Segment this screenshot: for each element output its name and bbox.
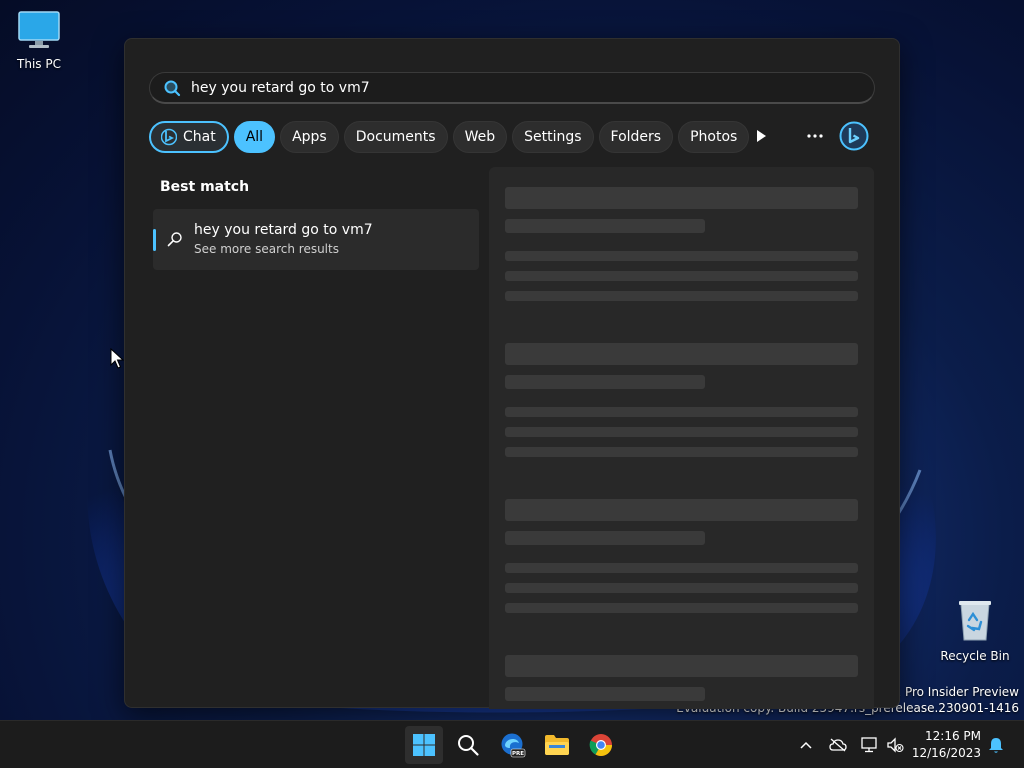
bing-logo-icon — [839, 121, 869, 151]
skeleton-bar — [505, 219, 705, 233]
taskbar: PRE 12:16 PM 12/16/2023 — [0, 720, 1024, 768]
options-button[interactable] — [799, 120, 831, 152]
folder-icon — [545, 735, 569, 755]
skeleton-bar — [505, 655, 858, 677]
skeleton-bar — [505, 375, 705, 389]
clock[interactable]: 12:16 PM 12/16/2023 — [912, 728, 981, 762]
chip-documents-label: Documents — [355, 129, 436, 145]
speaker-muted-icon — [887, 737, 904, 753]
edge-badge-text: PRE — [512, 751, 524, 757]
search-input[interactable] — [191, 79, 874, 96]
search-box[interactable] — [149, 72, 875, 104]
chip-all-label: All — [245, 129, 264, 145]
search-flyout: Chat All Apps Documents Web Settings Fol… — [124, 38, 900, 709]
skeleton-bar — [505, 251, 858, 261]
search-result-icon — [167, 232, 182, 247]
chip-chat-label: Chat — [183, 129, 216, 145]
chrome-icon — [589, 734, 612, 756]
skeleton-bar — [505, 427, 858, 437]
chip-web-label: Web — [464, 129, 496, 145]
show-hidden-icons-button[interactable] — [796, 735, 816, 755]
magnifier-icon — [458, 735, 479, 756]
more-filters-button[interactable] — [745, 120, 777, 152]
more-dots-icon — [807, 134, 823, 138]
skeleton-bar — [505, 603, 858, 613]
skeleton-bar — [505, 563, 858, 573]
network-tray-button[interactable] — [860, 735, 880, 755]
chip-folders-label: Folders — [610, 129, 662, 145]
recycle-bin-desktop-icon[interactable]: Recycle Bin — [937, 598, 1013, 663]
chrome-button[interactable] — [582, 726, 620, 764]
bell-icon — [989, 737, 1003, 753]
windows-logo-icon — [413, 734, 435, 756]
skeleton-bar — [505, 499, 858, 521]
recycle-bin-label: Recycle Bin — [940, 649, 1010, 663]
skeleton-bar — [505, 407, 858, 417]
clock-time: 12:16 PM — [925, 729, 981, 743]
best-match-heading: Best match — [160, 179, 250, 195]
chip-chat[interactable]: Chat — [149, 121, 229, 153]
preview-pane-loading — [489, 167, 874, 709]
this-pc-label: This PC — [17, 57, 61, 71]
notifications-button[interactable] — [986, 735, 1006, 755]
skeleton-bar — [505, 583, 858, 593]
this-pc-desktop-icon[interactable]: This PC — [1, 10, 77, 71]
file-explorer-button[interactable] — [538, 726, 576, 764]
chip-settings-label: Settings — [524, 129, 582, 145]
chip-settings[interactable]: Settings — [512, 121, 594, 153]
cloud-offline-icon — [829, 738, 847, 752]
chevron-up-icon — [800, 741, 812, 749]
start-button[interactable] — [405, 726, 443, 764]
filter-chips: Chat All Apps Documents Web Settings Fol… — [149, 120, 750, 154]
skeleton-bar — [505, 343, 858, 365]
chip-all[interactable]: All — [233, 121, 276, 153]
result-title: hey you retard go to vm7 — [194, 222, 373, 238]
onedrive-tray-button[interactable] — [828, 735, 848, 755]
play-arrow-icon — [757, 130, 766, 142]
chip-apps[interactable]: Apps — [280, 121, 339, 153]
skeleton-bar — [505, 291, 858, 301]
skeleton-bar — [505, 447, 858, 457]
chip-web[interactable]: Web — [452, 121, 508, 153]
recycle-bin-icon — [937, 598, 1013, 645]
selection-indicator — [153, 229, 156, 251]
edge-icon: PRE — [501, 733, 526, 758]
chip-documents[interactable]: Documents — [343, 121, 448, 153]
taskbar-search-button[interactable] — [449, 726, 487, 764]
mouse-cursor-icon — [110, 348, 124, 369]
best-match-result[interactable]: hey you retard go to vm7 See more search… — [153, 209, 479, 270]
skeleton-bar — [505, 271, 858, 281]
search-icon — [164, 80, 181, 96]
monitor-icon — [1, 10, 77, 53]
edge-dev-button[interactable]: PRE — [494, 726, 532, 764]
chip-apps-label: Apps — [292, 129, 327, 145]
chip-photos-label: Photos — [690, 129, 738, 145]
network-icon — [861, 737, 877, 753]
skeleton-bar — [505, 187, 858, 209]
result-subtitle: See more search results — [194, 242, 339, 256]
bing-icon — [161, 128, 177, 146]
clock-date: 12/16/2023 — [911, 746, 981, 760]
skeleton-bar — [505, 531, 705, 545]
skeleton-bar — [505, 687, 705, 701]
volume-tray-button[interactable] — [885, 735, 905, 755]
chip-folders[interactable]: Folders — [598, 121, 674, 153]
chip-photos[interactable]: Photos — [678, 121, 750, 153]
bing-chat-button[interactable] — [838, 120, 870, 152]
